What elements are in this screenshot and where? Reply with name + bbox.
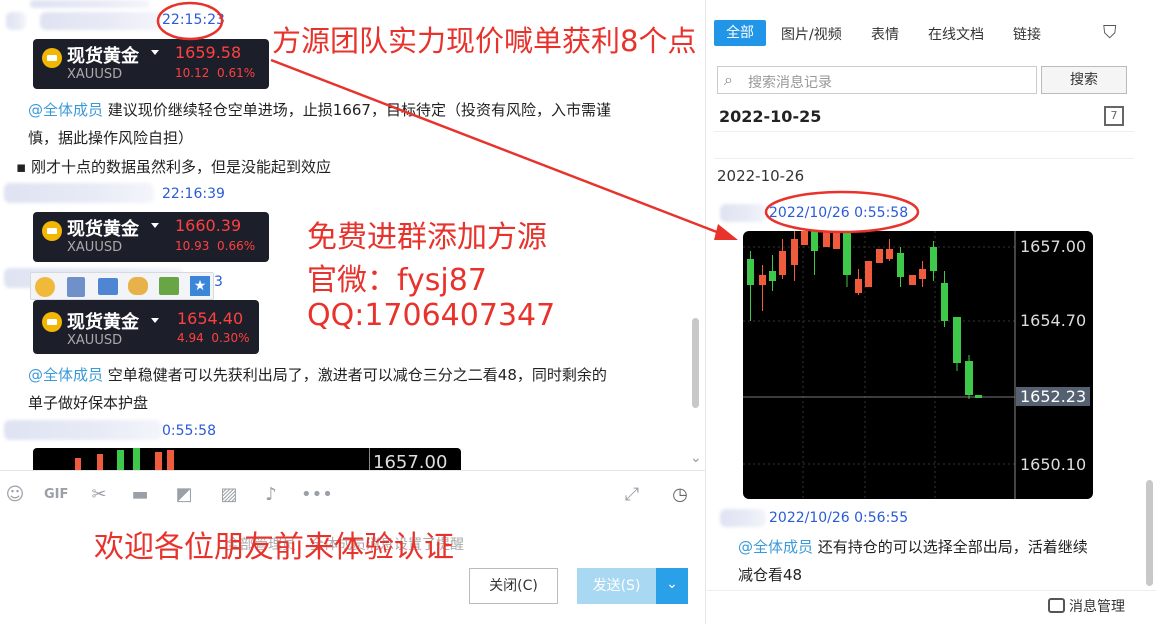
promo-line-3: QQ:1706407347 [307, 298, 556, 333]
promo-line-1: 免费进群添加方源 [307, 220, 547, 255]
highlight-circle [156, 1, 224, 41]
promo-headline: 方源团队实力现价喊单获利8个点 [272, 24, 697, 58]
highlight-circle [764, 190, 920, 234]
arrow-head [714, 224, 738, 240]
promo-line-2: 官微：fysj87 [307, 263, 487, 298]
promo-welcome: 欢迎各位朋友前来体验认证 [94, 530, 454, 565]
annotation-arrow [270, 58, 723, 236]
